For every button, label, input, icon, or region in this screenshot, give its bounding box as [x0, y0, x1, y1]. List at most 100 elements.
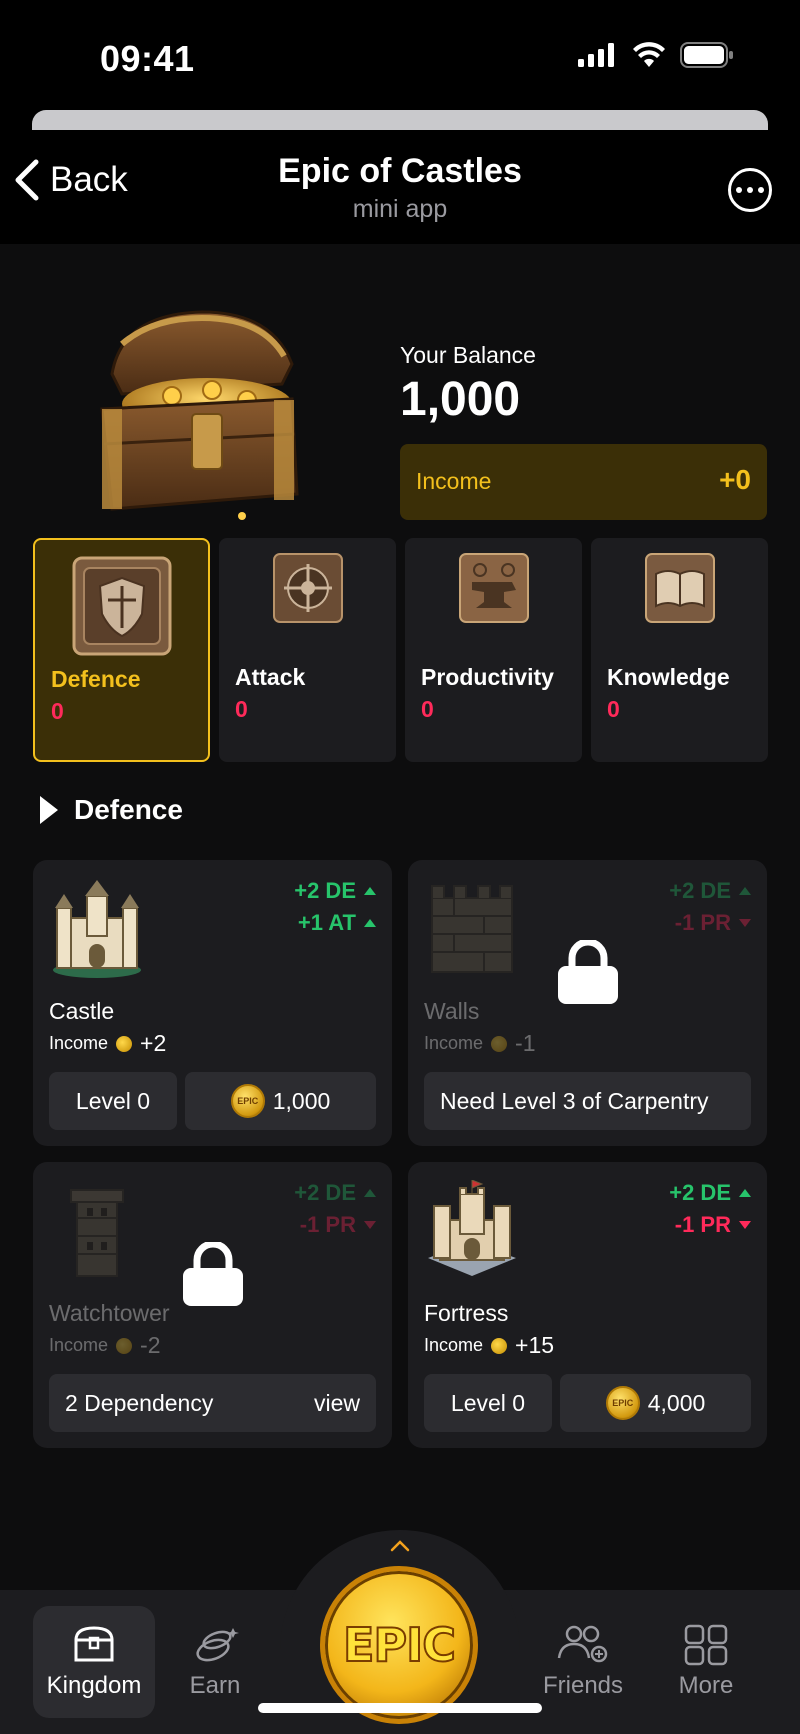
grid-icon [684, 1624, 728, 1666]
section-title: Defence [74, 794, 183, 825]
tab-productivity[interactable]: Productivity 0 [405, 538, 582, 762]
wifi-icon [633, 42, 665, 67]
tab-defence[interactable]: Defence 0 [33, 538, 210, 762]
arrow-down-icon [739, 919, 751, 927]
castle-icon [53, 880, 141, 978]
tab-label: Knowledge [607, 664, 730, 690]
home-indicator[interactable] [258, 1703, 542, 1713]
lock-icon [183, 1242, 243, 1306]
walls-icon [431, 885, 513, 973]
stat-primary: +2 DE [294, 1180, 376, 1206]
epic-coin-icon: EPIC [605, 1386, 640, 1420]
coin-icon [116, 1337, 133, 1354]
treasure-chest-icon [100, 310, 299, 520]
income-label: Income [49, 1335, 109, 1355]
building-card-castle[interactable]: +2 DE +1 AT Castle Income +2 Level 0 EPI… [33, 860, 392, 1146]
stat-secondary: +1 AT [298, 910, 376, 936]
stat-value: +2 DE [669, 878, 731, 903]
coin-icon [491, 1337, 508, 1354]
stat-value: +2 DE [294, 1180, 356, 1205]
stat-value: +1 AT [297, 910, 356, 935]
income-label: Income [49, 1033, 109, 1053]
stat-secondary: -1 PR [675, 1212, 751, 1238]
nav-label: Kingdom [46, 1672, 142, 1699]
stat-value: +2 DE [294, 878, 356, 903]
building-card-fortress[interactable]: +2 DE -1 PR Fortress Income +15 Level 0 … [408, 1162, 767, 1448]
anvil-tile-icon [458, 553, 529, 623]
building-name: Fortress [424, 1300, 509, 1326]
building-income: Income +15 [424, 1332, 554, 1359]
income-value: -1 [515, 1030, 536, 1056]
tab-count: 0 [51, 698, 64, 724]
epic-center-button[interactable]: EPIC [320, 1566, 478, 1724]
arrow-up-icon [364, 919, 376, 927]
level-button[interactable]: Level 0 [424, 1374, 552, 1432]
coins-icon [196, 1628, 239, 1662]
upgrade-button[interactable]: EPIC 4,000 [560, 1374, 751, 1432]
status-time: 09:41 [100, 38, 195, 79]
sheet-top-edge [32, 110, 768, 130]
section-toggle[interactable]: Defence [40, 794, 183, 826]
status-bar: 09:41 [0, 0, 800, 110]
tab-attack[interactable]: Attack 0 [219, 538, 396, 762]
title-group: Epic of Castles mini app [0, 152, 800, 224]
status-icons [578, 42, 734, 68]
income-summary: Income +0 [400, 444, 767, 520]
book-tile-icon [644, 553, 715, 623]
arrow-up-icon [364, 887, 376, 895]
upgrade-cost: 1,000 [272, 1087, 331, 1114]
coin-icon [116, 1035, 133, 1052]
nav-label: More [678, 1672, 734, 1699]
building-name: Watchtower [49, 1300, 170, 1326]
more-options-button[interactable] [728, 168, 772, 212]
play-triangle-icon [40, 796, 58, 824]
dependency-button[interactable]: 2 Dependency view [49, 1374, 376, 1432]
watchtower-icon [70, 1189, 124, 1277]
tab-count: 0 [421, 696, 434, 722]
tab-label: Productivity [421, 664, 554, 690]
upgrade-button[interactable]: EPIC 1,000 [185, 1072, 376, 1130]
nav-friends[interactable]: Friends [522, 1606, 644, 1718]
mini-app-header: Back Epic of Castles mini app [0, 130, 800, 244]
building-name: Walls [424, 998, 480, 1024]
stat-primary: +2 DE [294, 878, 376, 904]
stat-value: -1 PR [674, 910, 731, 935]
arrow-up-icon [739, 1189, 751, 1197]
upgrade-cost: 4,000 [647, 1389, 706, 1416]
requirement-button[interactable]: Need Level 3 of Carpentry [424, 1072, 751, 1130]
building-name: Castle [49, 998, 115, 1024]
epic-label: EPIC [342, 1617, 457, 1673]
battery-icon [680, 42, 733, 68]
dependency-label: 2 Dependency [65, 1389, 214, 1416]
stat-secondary: -1 PR [675, 910, 751, 936]
building-card-walls[interactable]: +2 DE -1 PR Walls Income -1 Need Level 3… [408, 860, 767, 1146]
stat-primary: +2 DE [669, 1180, 751, 1206]
chevron-up-icon[interactable] [390, 1540, 410, 1552]
arrow-up-icon [739, 887, 751, 895]
friends-icon [557, 1625, 608, 1663]
nav-earn[interactable]: Earn [154, 1606, 276, 1718]
stat-value: -1 PR [299, 1212, 356, 1237]
level-button[interactable]: Level 0 [49, 1072, 177, 1130]
chest-icon [74, 1626, 114, 1662]
app-title: Epic of Castles [278, 152, 522, 190]
nav-more[interactable]: More [645, 1606, 767, 1718]
tab-count: 0 [607, 696, 620, 722]
building-card-watchtower[interactable]: +2 DE -1 PR Watchtower Income -2 2 Depen… [33, 1162, 392, 1448]
income-value: +15 [515, 1332, 555, 1358]
tab-count: 0 [235, 696, 248, 722]
dot-icon [736, 187, 742, 193]
income-value: +2 [140, 1030, 167, 1056]
crosshair-tile-icon [272, 553, 343, 623]
income-value: -2 [140, 1332, 161, 1358]
dot-icon [747, 187, 753, 193]
arrow-down-icon [364, 1221, 376, 1229]
nav-kingdom[interactable]: Kingdom [33, 1606, 155, 1718]
stat-value: -1 PR [674, 1212, 731, 1237]
building-income: Income +2 [49, 1030, 166, 1057]
fortress-icon [428, 1180, 516, 1276]
tab-knowledge[interactable]: Knowledge 0 [591, 538, 768, 762]
lock-icon [558, 940, 618, 1004]
income-label: Income [424, 1335, 484, 1355]
view-link[interactable]: view [314, 1390, 360, 1417]
